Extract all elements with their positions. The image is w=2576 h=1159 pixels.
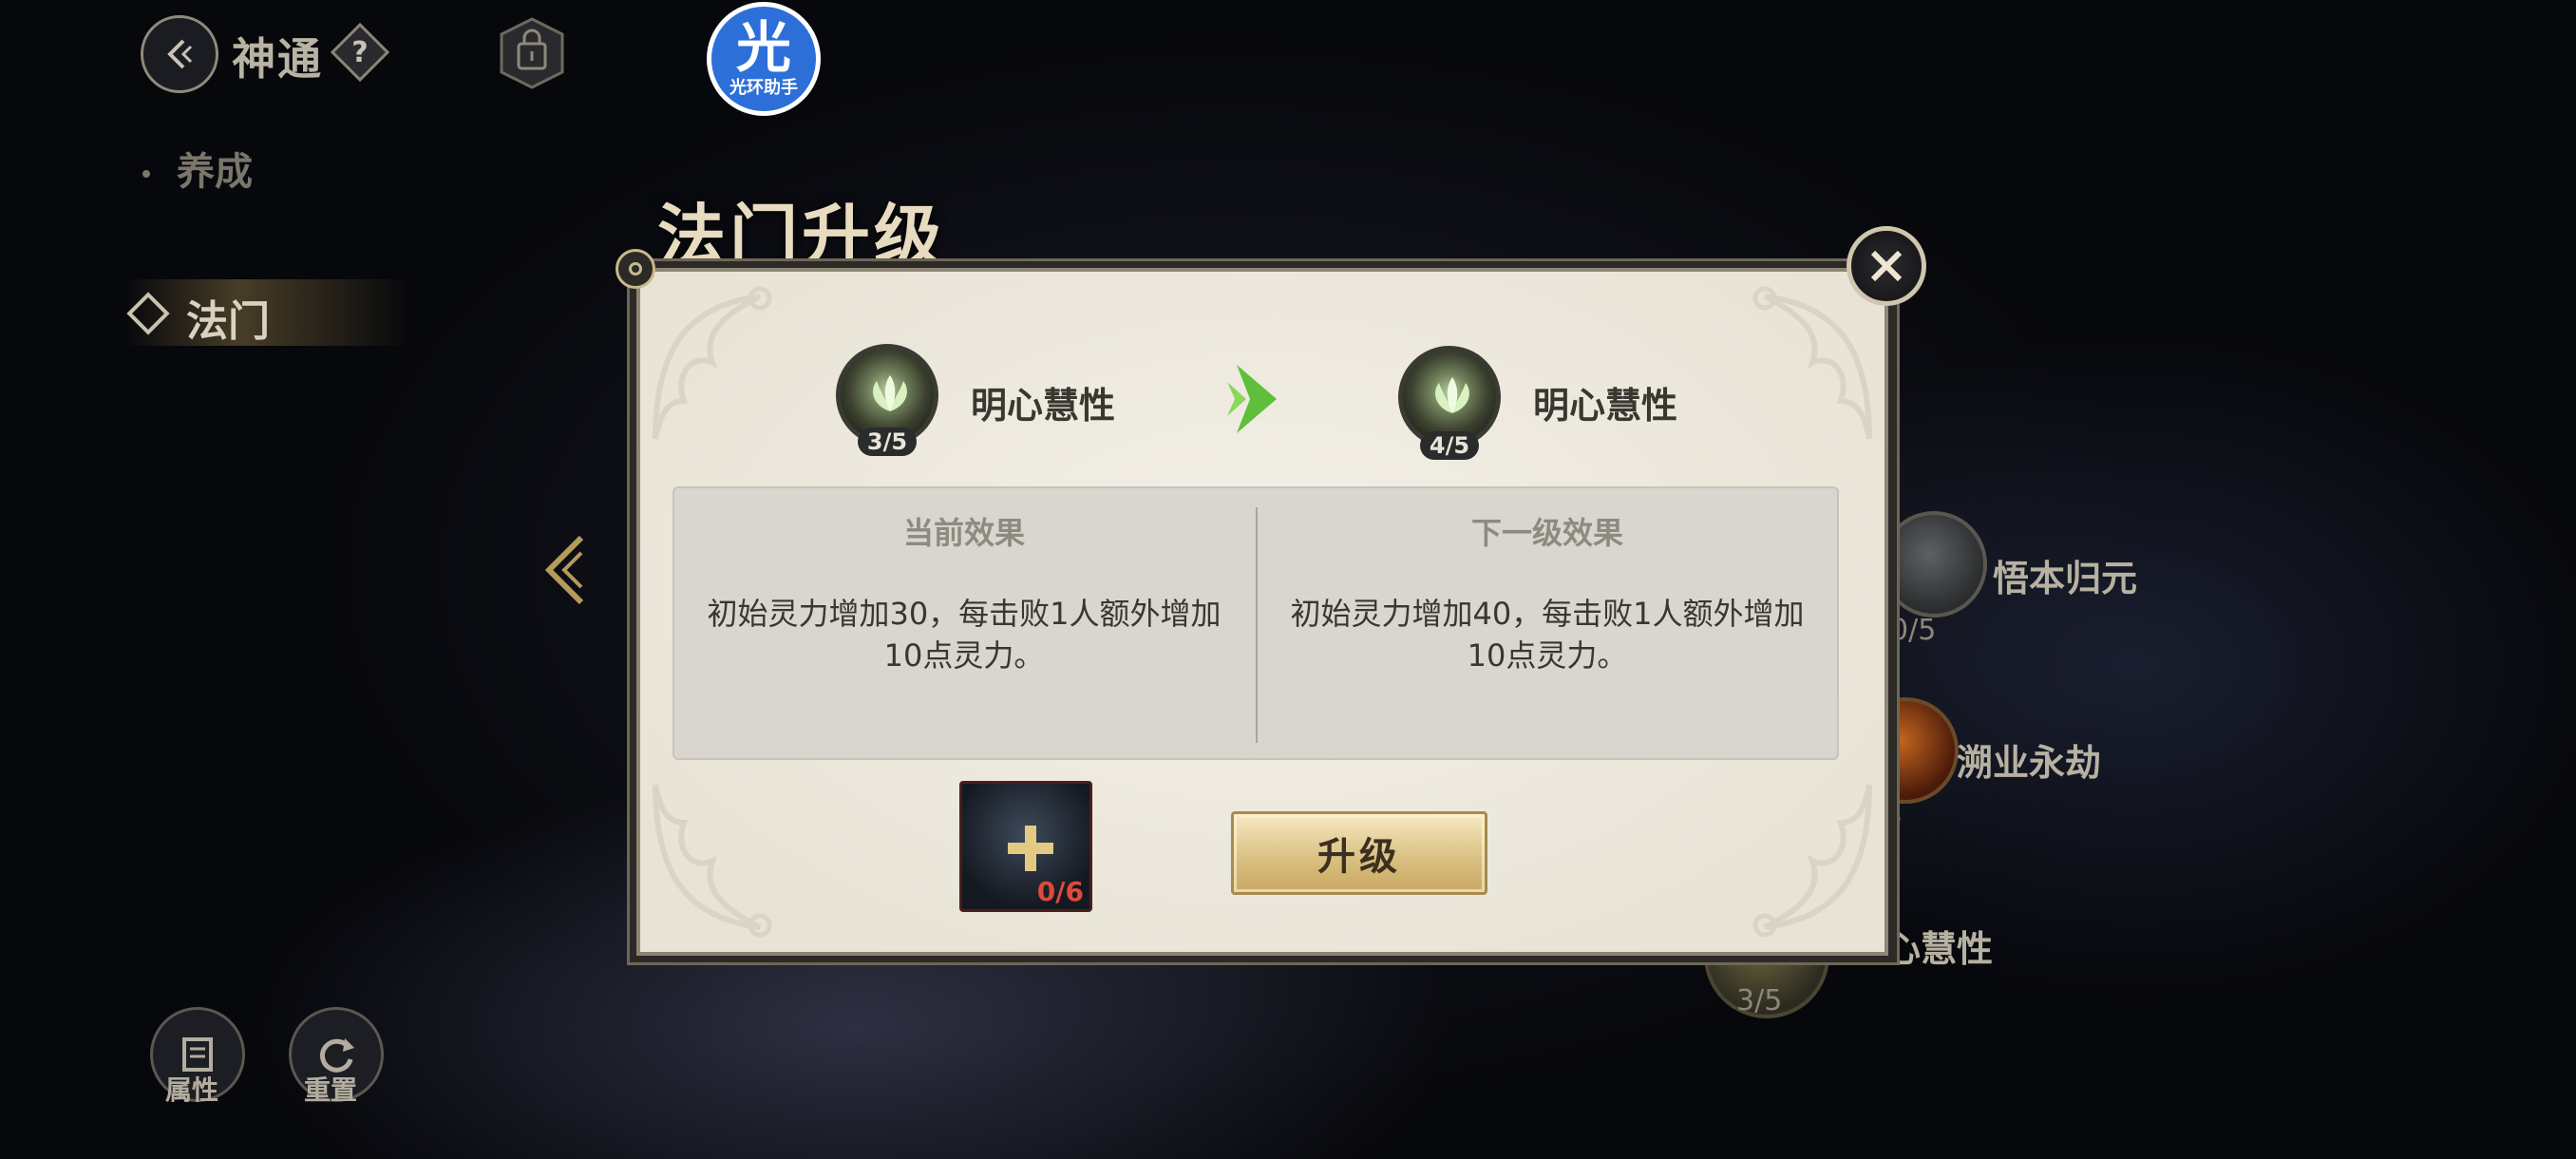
close-button[interactable] — [1847, 226, 1926, 306]
lotus-icon — [1435, 377, 1469, 413]
next-level-badge: 4/5 — [1420, 431, 1479, 460]
current-effect-text-line1: 初始灵力增加30，每击败1人额外增加 — [707, 596, 1222, 632]
dot-icon — [142, 170, 150, 178]
back-arrow-icon — [167, 39, 193, 69]
cloud-ornament-icon — [1752, 784, 1872, 938]
page-title: 神通 — [232, 33, 323, 85]
sidebar-item-cultivate[interactable]: 养成 — [142, 141, 253, 196]
next-effect-title: 下一级效果 — [1470, 515, 1623, 551]
next-skill-name: 明心慧性 — [1533, 385, 1678, 427]
sidebar-item-famen[interactable]: 法门 — [125, 279, 410, 346]
diamond-icon — [126, 292, 170, 335]
lock-icon[interactable] — [496, 15, 568, 91]
skill-node-count: 3/5 — [1736, 984, 1783, 1017]
material-count: 0/6 — [1036, 876, 1084, 907]
assistant-badge[interactable]: 光 光环助手 — [707, 2, 821, 116]
skill-node-label: 溯业永劫 — [1957, 742, 2102, 784]
cloud-ornament-icon — [1752, 286, 1872, 440]
cloud-ornament-icon — [653, 784, 772, 938]
arrow-right-icon — [1227, 365, 1277, 433]
next-effect-text-line1: 初始灵力增加40，每击败1人额外增加 — [1290, 596, 1805, 632]
divider — [1256, 507, 1258, 743]
skill-node-label: 心慧性 — [1885, 928, 1994, 970]
cloud-ornament-icon — [653, 286, 772, 440]
attributes-label: 属性 — [165, 1074, 219, 1106]
corner-pin-icon — [616, 249, 655, 289]
previous-arrow-icon[interactable] — [538, 532, 591, 608]
material-slot[interactable]: 0/6 — [959, 781, 1092, 912]
next-effect-text-line2: 10点灵力。 — [1467, 637, 1628, 674]
close-icon — [1870, 250, 1903, 282]
lotus-icon — [873, 375, 907, 411]
current-level-badge: 3/5 — [858, 428, 917, 456]
back-button[interactable] — [141, 15, 218, 93]
current-effect-title: 当前效果 — [902, 515, 1025, 551]
skill-node-label: 悟本归元 — [1993, 558, 2138, 599]
current-effect-text-line2: 10点灵力。 — [883, 637, 1045, 674]
reset-label: 重置 — [304, 1074, 358, 1106]
plus-icon — [1008, 826, 1053, 871]
current-skill-name: 明心慧性 — [971, 385, 1116, 427]
upgrade-button[interactable]: 升级 — [1231, 811, 1487, 895]
help-button[interactable]: ? — [330, 22, 390, 83]
